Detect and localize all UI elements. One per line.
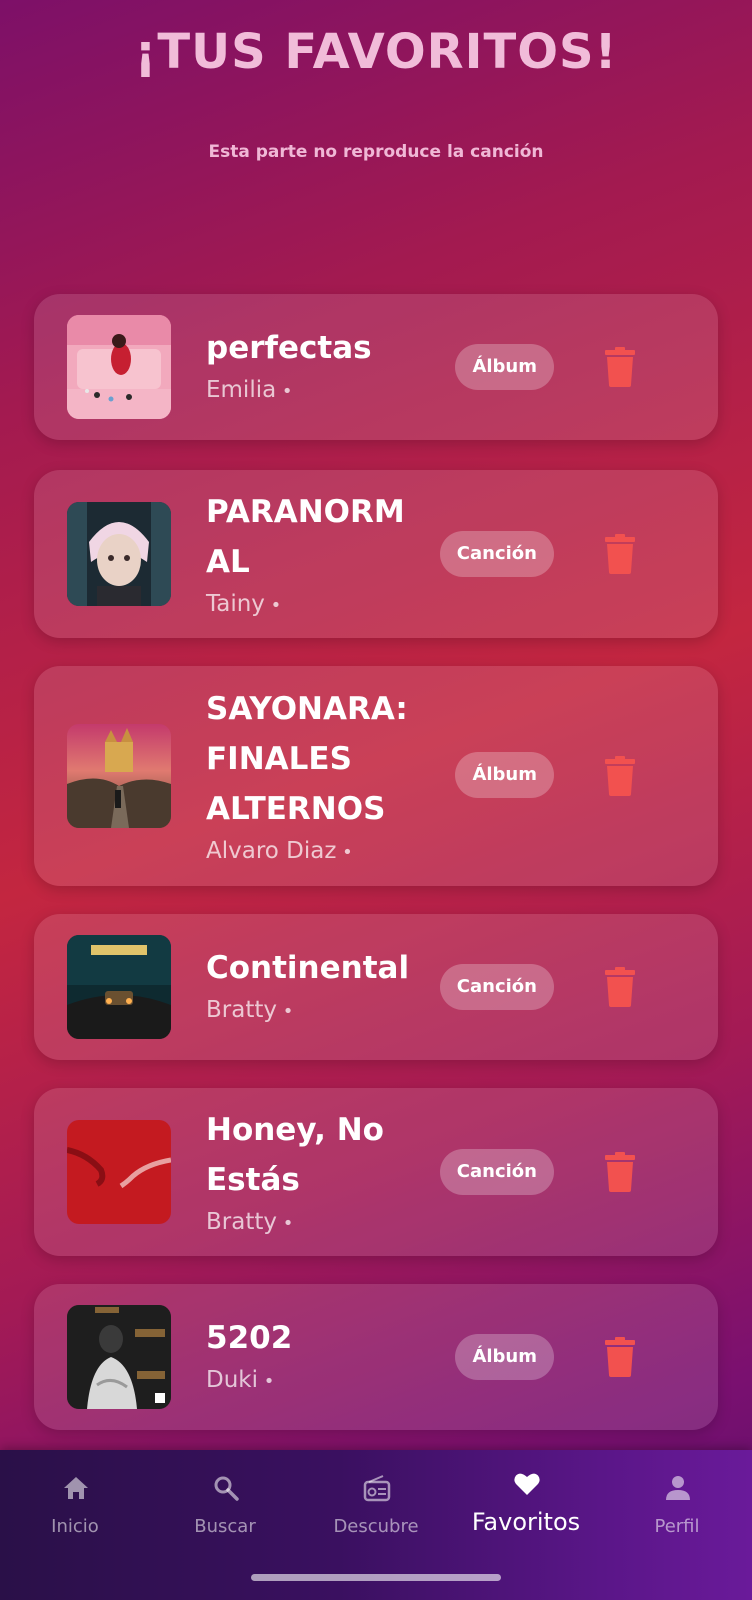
person-icon [666, 1476, 690, 1500]
nav-item-perfil[interactable]: Perfil [602, 1450, 752, 1570]
type-badge: Canción [439, 531, 554, 577]
nav-label: Descubre [333, 1516, 419, 1537]
favorite-card[interactable]: 5202 Duki Álbum [34, 1284, 718, 1430]
favorite-info: 5202 Duki [206, 1313, 426, 1399]
favorite-card[interactable]: perfectas Emilia Álbum [34, 294, 718, 440]
favorite-info: Honey, No Estás Bratty [206, 1105, 426, 1241]
album-cover [67, 502, 171, 606]
type-badge: Álbum [455, 1334, 554, 1380]
trash-icon[interactable] [603, 534, 637, 574]
nav-item-inicio[interactable]: Inicio [0, 1450, 150, 1570]
trash-icon[interactable] [603, 347, 637, 387]
trash-icon[interactable] [603, 1337, 637, 1377]
nav-label: Perfil [654, 1516, 700, 1537]
nav-label: Inicio [51, 1516, 99, 1537]
album-cover [67, 1305, 171, 1409]
nav-label: Favoritos [471, 1508, 581, 1536]
favorite-artist: Emilia [206, 373, 426, 409]
favorite-artist: Alvaro Diaz [206, 834, 426, 870]
page-title: ¡TUS FAVORITOS! [134, 24, 618, 80]
favorite-title: Honey, No Estás [206, 1112, 384, 1198]
favorite-title: perfectas [206, 330, 372, 366]
nav-item-buscar[interactable]: Buscar [150, 1450, 300, 1570]
heart-icon [514, 1473, 540, 1495]
favorite-info: PARANORM AL Tainy [206, 487, 426, 623]
type-badge: Canción [439, 1149, 554, 1195]
trash-icon[interactable] [603, 1152, 637, 1192]
favorite-artist: Bratty [206, 1205, 426, 1241]
album-cover [67, 935, 171, 1039]
favorite-card[interactable]: Honey, No Estás Bratty Canción [34, 1088, 718, 1256]
favorite-artist: Duki [206, 1363, 426, 1399]
nav-label: Buscar [194, 1516, 256, 1537]
favorite-card[interactable]: Continental Bratty Canción [34, 914, 718, 1060]
favorite-card[interactable]: SAYONARA: FINALES ALTERNOS Alvaro Diaz Á… [34, 666, 718, 886]
radio-icon [363, 1475, 391, 1502]
type-badge: Álbum [455, 344, 554, 390]
favorite-card[interactable]: PARANORM AL Tainy Canción [34, 470, 718, 638]
favorite-info: SAYONARA: FINALES ALTERNOS Alvaro Diaz [206, 684, 426, 870]
trash-icon[interactable] [603, 756, 637, 796]
trash-icon[interactable] [603, 967, 637, 1007]
favorite-title: SAYONARA: FINALES ALTERNOS [206, 691, 408, 827]
album-cover [67, 724, 171, 828]
type-badge: Álbum [455, 752, 554, 798]
album-cover [67, 315, 171, 419]
nav-item-favoritos[interactable]: Favoritos [451, 1450, 601, 1570]
favorite-info: perfectas Emilia [206, 323, 426, 409]
type-badge: Canción [439, 964, 554, 1010]
favorite-title: PARANORM AL [206, 494, 405, 580]
favorite-title: Continental [206, 950, 410, 986]
album-cover [67, 1120, 171, 1224]
nav-item-descubre[interactable]: Descubre [301, 1450, 451, 1570]
home-icon [64, 1477, 88, 1499]
favorite-artist: Bratty [206, 993, 426, 1029]
favorite-title: 5202 [206, 1320, 293, 1356]
search-icon [214, 1476, 239, 1501]
home-indicator[interactable] [251, 1574, 501, 1581]
favorite-artist: Tainy [206, 587, 426, 623]
page-subtitle: Esta parte no reproduce la canción [208, 142, 544, 162]
favorite-info: Continental Bratty [206, 943, 426, 1029]
